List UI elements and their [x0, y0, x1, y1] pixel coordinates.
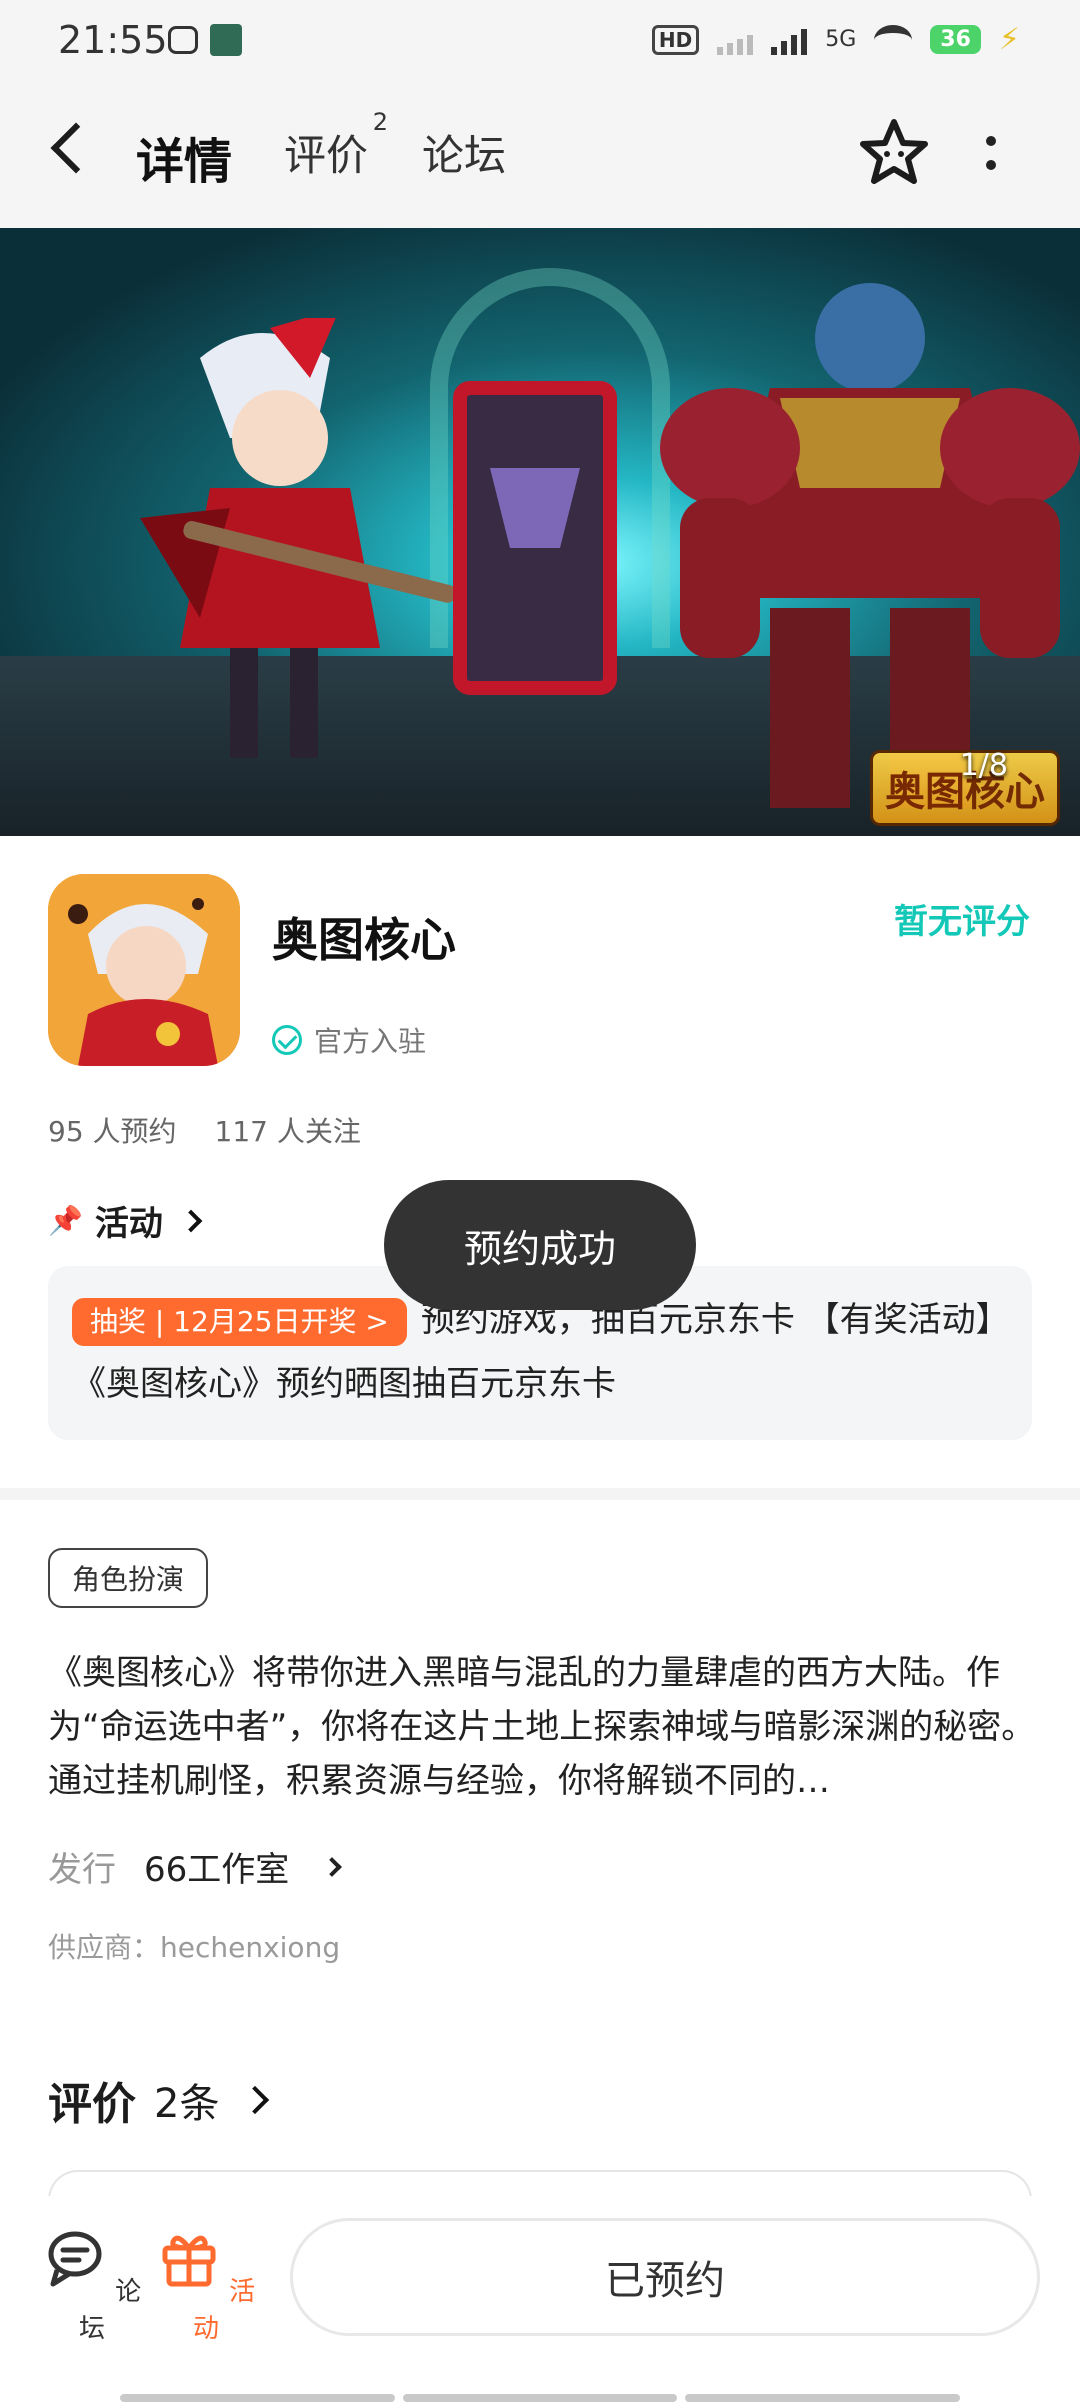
- chevron-right-icon: [241, 2085, 270, 2115]
- notification-avatar-icon: [210, 24, 242, 56]
- publisher-label: 发行: [48, 1850, 116, 1890]
- reviews-count: 2条: [154, 2081, 220, 2127]
- status-bar: 21:55 HD 5G 36 ⚡: [0, 0, 1080, 84]
- banner-hammer-art: [453, 381, 617, 695]
- top-nav-bar: 详情 评价 2 论坛: [0, 84, 1080, 228]
- tv-icon: [168, 26, 198, 54]
- game-title: 奥图核心: [272, 913, 456, 967]
- reviews-count-badge: 2: [372, 108, 389, 136]
- tab-detail[interactable]: 详情: [132, 122, 237, 192]
- bottom-action-bar: 论坛 活动 已预约: [0, 2196, 1080, 2408]
- game-stats: 95 人预约 117 人关注: [48, 1110, 361, 1150]
- genre-tag[interactable]: 角色扮演: [48, 1548, 209, 1608]
- game-icon-art: [48, 874, 240, 1066]
- favorite-star-icon[interactable]: [858, 116, 930, 188]
- lottery-tag: 抽奖 | 12月25日开奖 >: [72, 1297, 407, 1346]
- verified-check-icon: [272, 1025, 302, 1055]
- status-time: 21:55: [58, 18, 168, 62]
- reviews-title: 评价: [48, 2079, 136, 2130]
- publisher-row[interactable]: 发行 66工作室: [48, 1842, 343, 1891]
- activity-header-label: 活动: [94, 1204, 163, 1244]
- hd-icon: HD: [651, 24, 700, 55]
- reserved-button[interactable]: 已预约: [290, 2218, 1040, 2336]
- publisher-name: 66工作室: [144, 1850, 290, 1890]
- activity-section-header[interactable]: 📌 活动: [48, 1196, 203, 1245]
- forum-chat-icon: [48, 2231, 102, 2287]
- game-app-icon: [48, 874, 240, 1066]
- tab-forum[interactable]: 论坛: [422, 122, 506, 183]
- follower-count: 117 人关注: [214, 1115, 361, 1148]
- game-banner-carousel[interactable]: 奥图核心 1/8: [0, 228, 1080, 836]
- banner-pager: 1/8: [959, 748, 1008, 783]
- banner-heroine-art: [140, 318, 456, 758]
- status-indicators: HD 5G 36 ⚡: [651, 22, 1020, 57]
- signal-icon-1: [717, 25, 754, 55]
- chevron-right-icon: [322, 1856, 343, 1877]
- more-options-icon[interactable]: [986, 136, 998, 180]
- chevron-right-icon: [179, 1209, 203, 1232]
- game-description[interactable]: 《奥图核心》将带你进入黑暗与混乱的力量肆虐的西方大陆。作为“命运选中者”，你将在…: [48, 1646, 1038, 1808]
- official-label: 官方入驻: [314, 1025, 427, 1058]
- bottom-forum-button[interactable]: 论坛: [42, 2226, 142, 2345]
- reservation-success-toast: 预约成功: [384, 1180, 696, 1310]
- reviews-section-header[interactable]: 评价 2条: [48, 2068, 270, 2132]
- battery-icon: 36: [930, 25, 981, 54]
- network-type: 5G: [825, 27, 857, 52]
- tab-reviews[interactable]: 评价 2: [284, 108, 388, 183]
- pin-icon: 📌: [48, 1204, 83, 1237]
- wifi-icon: [874, 24, 913, 55]
- gift-icon: [162, 2235, 216, 2287]
- back-icon[interactable]: [50, 122, 102, 174]
- official-badge: 官方入驻: [272, 1020, 426, 1060]
- banner-monster-art: [660, 283, 1080, 808]
- signal-icon-2: [771, 25, 808, 55]
- reservation-count: 95 人预约: [48, 1115, 177, 1148]
- supplier-info: 供应商：hechenxiong: [48, 1931, 341, 1964]
- gesture-navigation-bar[interactable]: [120, 2394, 961, 2402]
- charging-icon: ⚡: [998, 22, 1020, 57]
- rating-status: 暂无评分: [894, 902, 1030, 942]
- bottom-activity-button[interactable]: 活动: [156, 2226, 256, 2345]
- section-divider: [0, 1488, 1080, 1500]
